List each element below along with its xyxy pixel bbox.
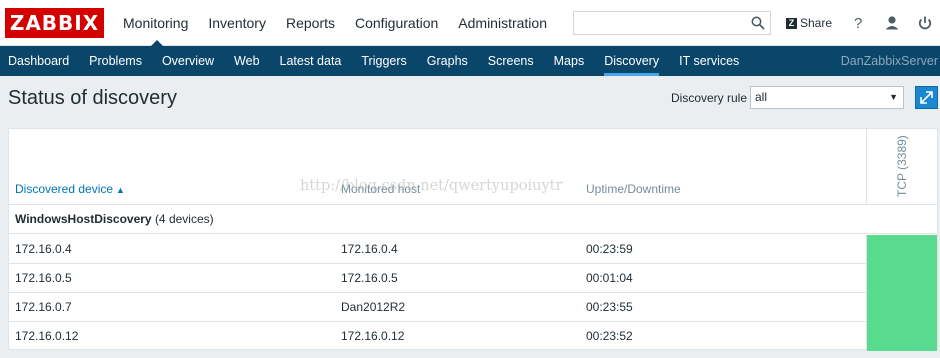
- status-cell-up: [866, 264, 937, 293]
- sort-asc-icon: ▲: [116, 185, 125, 195]
- cell-uptime: 00:23:52: [586, 329, 633, 343]
- subnav-graphs[interactable]: Graphs: [417, 46, 478, 76]
- nav-monitoring[interactable]: Monitoring: [113, 0, 198, 47]
- cell-host: 172.16.0.12: [341, 329, 405, 343]
- zabbix-logo[interactable]: ZABBIX: [5, 8, 104, 38]
- subnav-maps[interactable]: Maps: [544, 46, 595, 76]
- discovery-rule-label: Discovery rule: [671, 91, 748, 105]
- table-row: 172.16.0.4 172.16.0.4 00:23:59: [9, 235, 937, 264]
- cell-host: 172.16.0.5: [341, 271, 398, 285]
- cell-uptime: 00:01:04: [586, 271, 633, 285]
- col-discovered-device[interactable]: Discovered device ▲: [15, 182, 125, 196]
- group-row: WindowsHostDiscovery (4 devices): [9, 205, 937, 234]
- top-header: ZABBIX Monitoring Inventory Reports Conf…: [0, 0, 940, 47]
- fullscreen-icon: [920, 91, 933, 104]
- col-service-tcp-label: TCP (3389): [895, 135, 909, 197]
- col-uptime-downtime: Uptime/Downtime: [586, 182, 681, 196]
- status-cell-up: [866, 293, 937, 322]
- subnav-triggers[interactable]: Triggers: [351, 46, 416, 76]
- status-cell-up: [866, 322, 937, 351]
- sub-nav: Dashboard Problems Overview Web Latest d…: [0, 46, 940, 76]
- cell-device: 172.16.0.7: [15, 300, 72, 314]
- svg-text:?: ?: [854, 15, 862, 32]
- subnav-it-services[interactable]: IT services: [669, 46, 749, 76]
- subnav-overview[interactable]: Overview: [152, 46, 224, 76]
- fullscreen-button[interactable]: [915, 86, 938, 109]
- col-monitored-host: Monitored host: [341, 182, 421, 196]
- nav-configuration[interactable]: Configuration: [345, 0, 448, 46]
- search-input[interactable]: [574, 12, 744, 34]
- user-icon[interactable]: [883, 13, 901, 33]
- search-box: [573, 11, 771, 35]
- discovery-rule-select[interactable]: all ▼: [750, 86, 904, 109]
- cell-device: 172.16.0.4: [15, 242, 72, 256]
- group-count: (4 devices): [154, 212, 214, 226]
- nav-reports[interactable]: Reports: [276, 0, 345, 46]
- page-title: Status of discovery: [8, 87, 177, 109]
- power-icon[interactable]: [916, 13, 934, 33]
- subnav-discovery[interactable]: Discovery: [594, 46, 669, 76]
- table-row: 172.16.0.5 172.16.0.5 00:01:04: [9, 264, 937, 293]
- table-header: Discovered device ▲ Monitored host Uptime…: [9, 129, 937, 205]
- nav-inventory[interactable]: Inventory: [198, 0, 276, 46]
- server-name: DanZabbixServer: [840, 54, 938, 68]
- cell-host: 172.16.0.4: [341, 242, 398, 256]
- cell-uptime: 00:23:55: [586, 300, 633, 314]
- share-label: Share: [800, 16, 833, 30]
- discovery-table: Discovered device ▲ Monitored host Uptime…: [8, 128, 938, 351]
- col-discovered-device-label: Discovered device: [15, 182, 114, 196]
- subnav-web[interactable]: Web: [224, 46, 269, 76]
- table-row: 172.16.0.7 Dan2012R2 00:23:55: [9, 293, 937, 322]
- share-icon: Z: [786, 17, 797, 29]
- subnav-latest-data[interactable]: Latest data: [270, 46, 352, 76]
- cell-uptime: 00:23:59: [586, 242, 633, 256]
- subnav-problems[interactable]: Problems: [79, 46, 152, 76]
- search-icon[interactable]: [751, 16, 765, 30]
- discovery-rule-value: all: [755, 90, 768, 104]
- table-row: 172.16.0.12 172.16.0.12 00:23:52: [9, 322, 937, 351]
- chevron-down-icon: ▼: [889, 92, 898, 102]
- main-nav: Monitoring Inventory Reports Configurati…: [113, 0, 557, 47]
- cell-host: Dan2012R2: [341, 300, 406, 314]
- subnav-screens[interactable]: Screens: [478, 46, 544, 76]
- share-button[interactable]: Z Share: [786, 15, 832, 31]
- col-service-tcp: TCP (3389): [866, 129, 937, 205]
- status-cell-up: [866, 235, 937, 264]
- cell-device: 172.16.0.5: [15, 271, 72, 285]
- group-name: WindowsHostDiscovery: [15, 212, 152, 226]
- help-icon[interactable]: ?: [849, 13, 867, 33]
- nav-administration[interactable]: Administration: [448, 0, 557, 46]
- cell-device: 172.16.0.12: [15, 329, 79, 343]
- subnav-dashboard[interactable]: Dashboard: [0, 46, 79, 76]
